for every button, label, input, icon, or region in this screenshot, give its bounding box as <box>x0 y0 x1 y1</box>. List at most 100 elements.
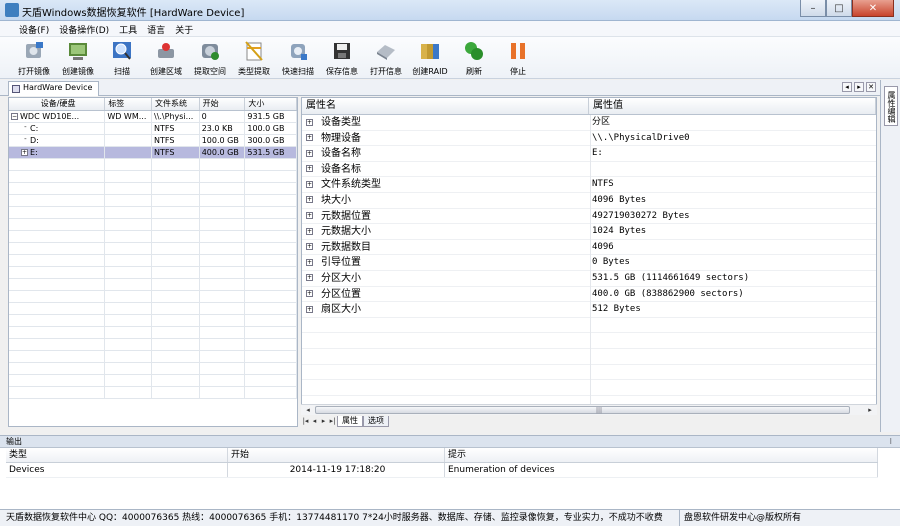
save-info-button[interactable]: 保存信息 <box>320 37 364 78</box>
menu-language[interactable]: 语言 <box>142 21 170 36</box>
maximize-button[interactable]: □ <box>826 0 852 17</box>
expand-icon[interactable]: + <box>306 180 313 188</box>
col-message[interactable]: 提示 <box>445 448 878 462</box>
scroll-left-arrow-icon[interactable]: ◂ <box>303 405 313 415</box>
expand-icon[interactable]: + <box>306 258 313 266</box>
property-row[interactable]: + 设备名称 E: <box>302 146 876 162</box>
expand-icon[interactable]: + <box>306 118 313 126</box>
property-name: + 文件系统类型 <box>306 179 381 191</box>
menu-tools[interactable]: 工具 <box>114 21 142 36</box>
col-property-value[interactable]: 属性值 <box>589 98 876 114</box>
empty-row <box>9 375 297 387</box>
title-bar: 天盾Windows数据恢复软件 [HardWare Device] – □ ✕ <box>0 0 900 21</box>
next-sheet-icon[interactable]: ▸ <box>319 417 328 425</box>
empty-row <box>302 365 876 381</box>
type-extract-button[interactable]: 类型提取 <box>232 37 276 78</box>
open-image-button[interactable]: 打开镜像 <box>12 37 56 78</box>
expand-icon[interactable]: + <box>306 274 313 282</box>
empty-row <box>302 318 876 334</box>
side-tab-properties[interactable]: 属性编辑 <box>884 86 898 126</box>
property-row[interactable]: + 物理设备 \\.\PhysicalDrive0 <box>302 131 876 147</box>
create-image-button[interactable]: 创建镜像 <box>56 37 100 78</box>
col-start[interactable]: 开始 <box>200 98 246 110</box>
property-row[interactable]: + 设备名标 <box>302 162 876 178</box>
col-device[interactable]: 设备/硬盘 <box>9 98 106 110</box>
collapse-icon[interactable]: − <box>11 113 18 120</box>
expand-icon[interactable]: + <box>306 212 313 220</box>
open-info-icon <box>375 40 397 62</box>
open-info-button[interactable]: 打开信息 <box>364 37 408 78</box>
sheet-tab-options[interactable]: 选项 <box>363 415 389 427</box>
empty-row <box>9 291 297 303</box>
create-raid-icon <box>419 40 441 62</box>
table-row[interactable]: − WDC WD10E... WD WM... \\.\Physi... 0 931.5 … <box>9 111 297 123</box>
expand-icon[interactable]: + <box>306 165 313 173</box>
filesystem-cell: NTFS <box>152 123 200 134</box>
property-row[interactable]: + 扇区大小 512 Bytes <box>302 302 876 318</box>
filesystem-cell: NTFS <box>152 147 200 158</box>
extract-space-button[interactable]: 提取空间 <box>188 37 232 78</box>
last-sheet-icon[interactable]: ▸| <box>328 417 337 425</box>
expand-icon[interactable]: + <box>21 149 28 156</box>
scan-button[interactable]: 扫描 <box>100 37 144 78</box>
stop-icon <box>507 40 529 62</box>
property-row[interactable]: + 分区位置 400.0 GB (838862900 sectors) <box>302 287 876 303</box>
menu-about[interactable]: 关于 <box>170 21 198 36</box>
horizontal-scrollbar[interactable]: ◂ ||| ▸ <box>301 404 877 415</box>
status-bar: 天盾数据恢复软件中心 QQ：4000076365 热线：4000076365 手… <box>0 509 900 526</box>
tab-close-icon[interactable]: ✕ <box>866 82 876 92</box>
property-row[interactable]: + 元数据数目 4096 <box>302 240 876 256</box>
expand-icon[interactable]: + <box>306 290 313 298</box>
sheet-tab-properties[interactable]: 属性 <box>337 415 363 427</box>
sheet-tabs: |◂ ◂ ▸ ▸| 属性 选项 <box>301 415 601 427</box>
expand-icon[interactable]: + <box>306 305 313 313</box>
property-row[interactable]: + 引导位置 0 Bytes <box>302 255 876 271</box>
table-row[interactable]: ╶ C: NTFS 23.0 KB 100.0 GB <box>9 123 297 135</box>
expand-icon[interactable]: + <box>306 134 313 142</box>
tab-hardware-device[interactable]: HardWare Device <box>8 81 100 96</box>
property-row[interactable]: + 文件系统类型 NTFS <box>302 177 876 193</box>
property-row[interactable]: + 设备类型 分区 <box>302 115 876 131</box>
property-row[interactable]: + 元数据位置 492719030272 Bytes <box>302 209 876 225</box>
tab-scroll-right-icon[interactable]: ▸ <box>854 82 864 92</box>
property-row[interactable]: + 块大小 4096 Bytes <box>302 193 876 209</box>
scroll-right-arrow-icon[interactable]: ▸ <box>865 405 875 415</box>
device-table: 设备/硬盘 标签 文件系统 开始 大小 − WDC WD10E... WD WM..… <box>8 97 298 427</box>
menu-device-ops[interactable]: 设备操作(D) <box>54 21 114 36</box>
create-region-button[interactable]: 创建区域 <box>144 37 188 78</box>
scrollbar-thumb[interactable]: ||| <box>315 406 850 414</box>
refresh-button[interactable]: 刷新 <box>452 37 496 78</box>
col-label[interactable]: 标签 <box>105 98 152 110</box>
menu-device[interactable]: 设备(F) <box>14 21 54 36</box>
close-button[interactable]: ✕ <box>852 0 894 17</box>
property-row[interactable]: + 分区大小 531.5 GB (1114661649 sectors) <box>302 271 876 287</box>
expand-icon[interactable]: + <box>306 243 313 251</box>
stop-button[interactable]: 停止 <box>496 37 540 78</box>
grip-icon: ||| <box>596 407 603 414</box>
property-name: + 扇区大小 <box>306 304 361 316</box>
col-filesystem[interactable]: 文件系统 <box>152 98 200 110</box>
expand-icon[interactable]: + <box>306 149 313 157</box>
property-row[interactable]: + 元数据大小 1024 Bytes <box>302 224 876 240</box>
col-type[interactable]: 类型 <box>6 448 228 462</box>
tab-scroll-left-icon[interactable]: ◂ <box>842 82 852 92</box>
expand-icon[interactable]: + <box>306 227 313 235</box>
expand-icon[interactable]: + <box>306 196 313 204</box>
create-region-icon <box>155 40 177 62</box>
table-row[interactable]: + E: NTFS 400.0 GB 531.5 GB <box>9 147 297 159</box>
create-raid-button[interactable]: 创建RAID <box>408 37 452 78</box>
col-property-name[interactable]: 属性名 <box>302 98 589 114</box>
first-sheet-icon[interactable]: |◂ <box>301 417 310 425</box>
prev-sheet-icon[interactable]: ◂ <box>310 417 319 425</box>
quick-scan-button[interactable]: 快速扫描 <box>276 37 320 78</box>
col-time[interactable]: 开始 <box>228 448 445 462</box>
property-grid-header: 属性名 属性值 <box>302 98 876 115</box>
minimize-button[interactable]: – <box>800 0 826 17</box>
output-row[interactable]: Devices 2014-11-19 17:18:20 Enumeration … <box>6 463 878 478</box>
table-row[interactable]: ╶ D: NTFS 100.0 GB 300.0 GB <box>9 135 297 147</box>
col-size[interactable]: 大小 <box>245 98 297 110</box>
start-cell: 400.0 GB <box>200 147 246 158</box>
empty-row <box>9 171 297 183</box>
pin-icon[interactable]: ⁝ <box>889 436 892 448</box>
device-name-cell: ╶ D: <box>9 135 106 146</box>
